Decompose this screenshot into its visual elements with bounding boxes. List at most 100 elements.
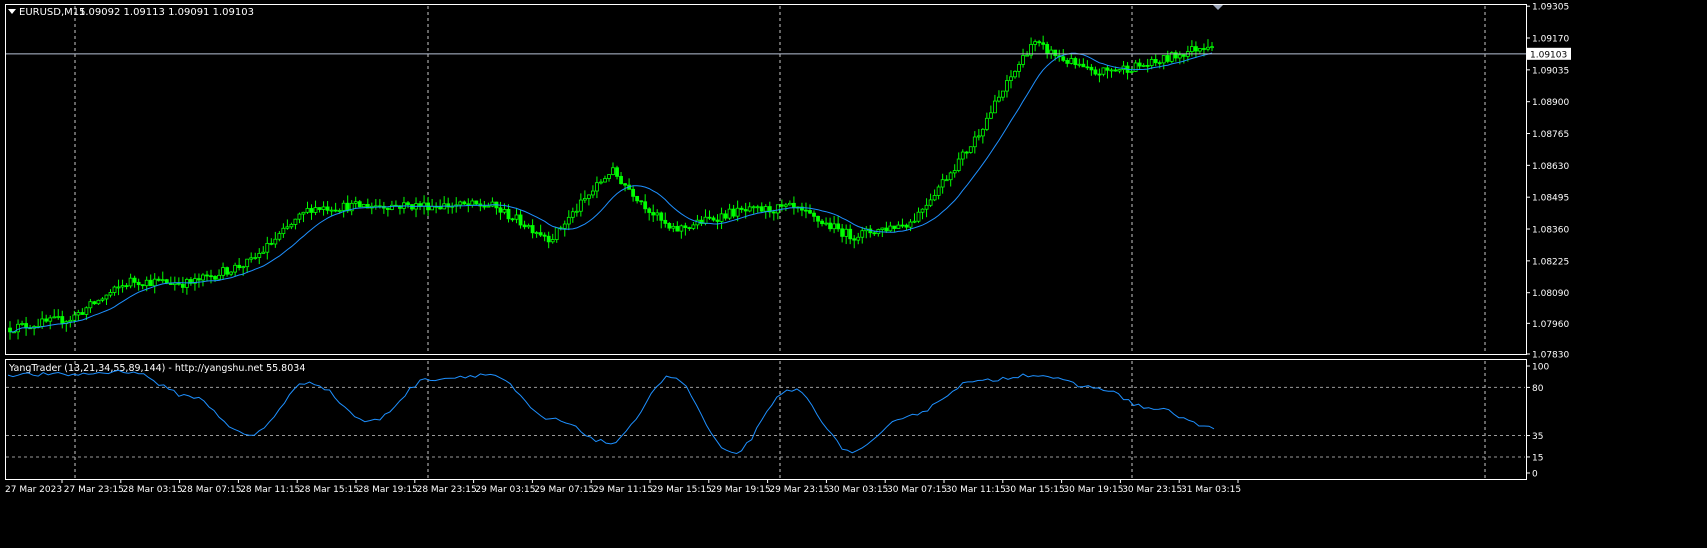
candle-body [96,299,101,305]
candle-body [924,204,929,210]
candle-body [546,235,551,243]
candle-body [285,226,290,229]
candle-body [309,208,314,213]
candle-body [980,128,985,137]
candle-body [269,242,274,245]
price-tick-label: 1.08360 [1532,226,1569,236]
candle-body [1017,64,1021,72]
candle-body [872,232,877,235]
candle-body [711,217,716,221]
candle-body [321,206,326,210]
time-tick-label: 29 Mar 03:15 [475,485,535,495]
candle-body [739,207,744,210]
candle-body [237,264,242,269]
price-tick-label: 1.07830 [1532,351,1569,361]
candle-body [1198,48,1202,52]
candle-body [24,323,28,329]
candle-body [341,202,346,211]
ohlc-values: 1.09092 1.09113 1.09091 1.09103 [79,7,254,18]
price-tick-label: 1.08495 [1532,194,1569,204]
candle-body [1053,49,1058,57]
candle-body [1049,49,1054,54]
candle-body [20,323,24,325]
candle-body [566,216,571,225]
candles [8,35,1214,340]
indicator-tick-label: 100 [1532,363,1549,373]
candle-body [458,201,463,206]
candle-body [735,207,740,217]
candle-body [550,239,555,243]
candle-body [964,151,969,154]
candle-body [936,186,941,196]
time-tick-label: 30 Mar 15:15 [1005,485,1065,495]
candle-body [1181,54,1186,57]
candle-body [1065,59,1070,64]
time-tick-label: 29 Mar 15:15 [652,485,712,495]
candle-body [832,223,837,230]
candle-body [988,112,993,119]
candle-body [534,232,539,235]
candle-body [582,198,587,201]
candle-body [1206,46,1210,50]
candle-body [140,284,145,287]
chart-shift-marker-icon[interactable] [1213,5,1223,10]
candle-body [277,233,282,240]
candle-body [562,223,567,229]
candle-body [233,264,238,273]
candle-body [1033,41,1038,45]
candle-body [574,210,579,213]
candle-body [1041,42,1046,45]
candle-body [84,307,89,315]
time-tick-label: 29 Mar 11:15 [593,485,653,495]
candle-body [719,213,724,222]
candle-body [48,317,53,322]
time-tick-label: 28 Mar 11:15 [240,485,300,495]
candle-body [329,209,334,212]
candle-body [808,210,812,214]
price-tick-label: 1.08090 [1532,289,1569,299]
candle-body [896,224,901,229]
candle-body [156,278,161,281]
candle-body [747,206,752,212]
candle-body [691,224,696,229]
candle-body [249,257,254,260]
current-price-label: 1.09103 [1530,50,1567,60]
candle-body [940,179,945,188]
candle-body [100,298,105,301]
candle-body [148,279,153,287]
indicator-panel[interactable] [5,359,1527,480]
candle-body [916,211,921,222]
candle-body [848,228,853,240]
candle-body [112,286,117,293]
candle-body [498,207,503,213]
time-tick-label: 27 Mar 23:15 [64,485,124,495]
candle-body [763,206,768,212]
chart-window[interactable]: EURUSD,M15 1.09092 1.09113 1.09091 1.091… [0,0,1707,544]
candle-body [144,279,149,287]
candle-body [993,100,997,114]
candle-body [526,225,531,228]
candle-body [948,172,953,181]
candle-body [184,279,189,288]
candle-body [663,219,668,224]
candle-body [1101,67,1106,75]
candle-body [968,146,973,153]
candle-body [180,283,185,288]
candle-body [510,218,515,221]
candle-body [904,224,909,228]
candle-body [430,205,435,211]
candle-body [667,223,672,229]
candle-body [317,207,322,210]
candle-body [172,282,177,286]
candle-body [912,220,917,223]
candle-body [1089,66,1094,71]
candle-body [1210,46,1214,49]
candle-body [852,238,857,241]
candle-body [152,278,157,287]
candle-body [124,285,129,287]
triangle-down-icon[interactable] [8,9,16,14]
candle-body [104,294,109,300]
main-panel[interactable] [5,4,1527,355]
indicator-tick-label: 15 [1532,453,1543,463]
candle-body [860,230,865,238]
